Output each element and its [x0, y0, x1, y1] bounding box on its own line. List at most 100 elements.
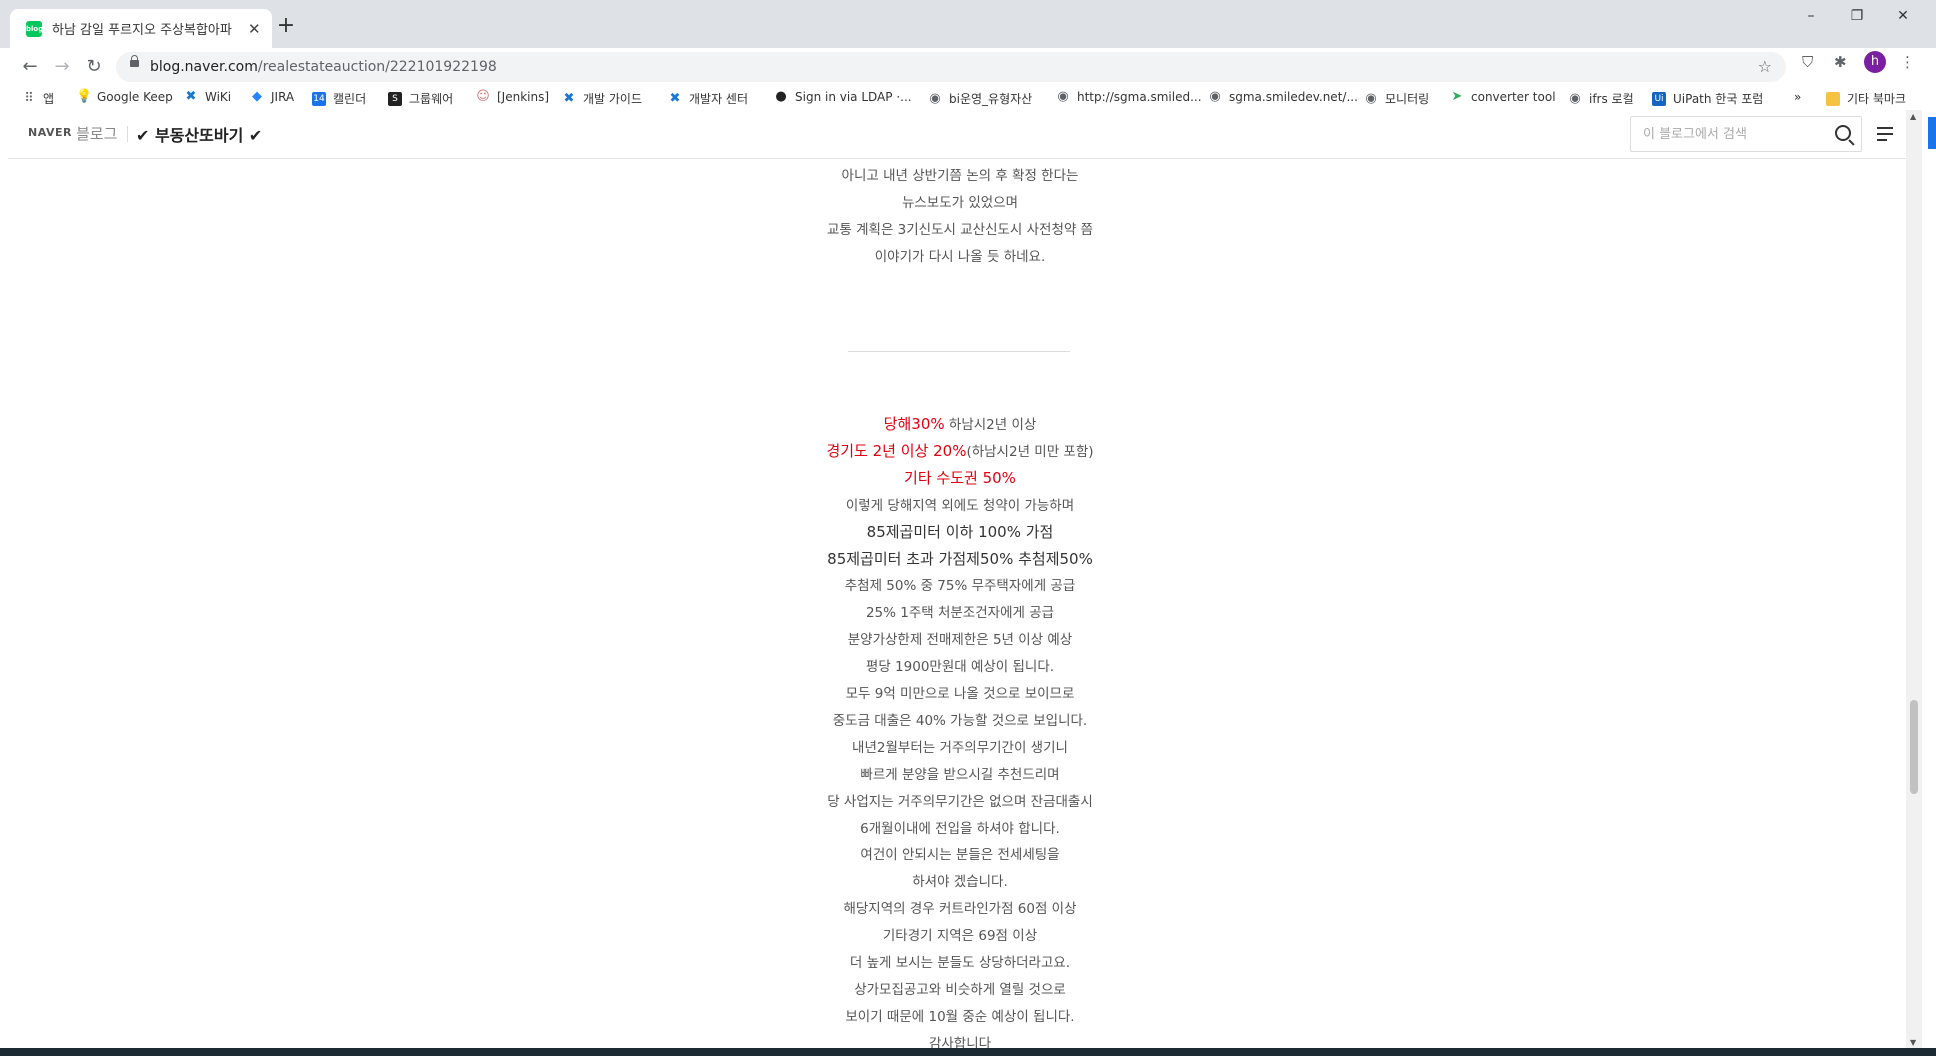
post-text: 이렇게 당해지역 외에도 청약이 가능하며 [845, 497, 1075, 514]
url-text: blog.naver.com/realestateauction/2221019… [150, 59, 497, 75]
post-text-line: 평당 1900만원대 예상이 됩니다. [8, 655, 1898, 675]
bookmark-favicon-icon: 14 [312, 91, 326, 106]
page-scrollbar[interactable]: ▲ ▼ [1906, 110, 1922, 1049]
post-text-line: 더 높게 보시는 분들도 상당하더라고요. [8, 951, 1898, 971]
bookmark-item[interactable]: ◉ ifrs 로컬 [1568, 90, 1634, 107]
bookmark-favicon-icon: ◉ [1569, 90, 1581, 106]
forward-arrow-icon[interactable]: → [50, 56, 74, 77]
post-text: 추첨제 50% 중 75% 무주택자에게 공급 [844, 578, 1076, 595]
other-bookmarks-label: 기타 북마크 [1847, 92, 1907, 106]
post-text-line: 당해30% 하남시2년 이상 [8, 413, 1898, 434]
bookmarks-overflow-button[interactable]: » [1794, 90, 1801, 104]
bookmark-star-icon[interactable]: ☆ [1758, 57, 1772, 76]
bookmark-label: Sign in via LDAP ·... [795, 90, 912, 104]
bookmark-item[interactable]: 💡 Google Keep [76, 90, 173, 105]
bookmark-label: ifrs 로컬 [1589, 92, 1634, 106]
reload-icon[interactable]: ↻ [82, 56, 106, 77]
post-text-line: 85제곱미터 초과 가점제50% 추첨제50% [8, 548, 1898, 569]
post-text-line: 이렇게 당해지역 외에도 청약이 가능하며 [8, 494, 1898, 514]
bookmark-item[interactable]: ✖ 개발 가이드 [562, 90, 642, 107]
back-arrow-icon[interactable]: ← [18, 56, 42, 77]
highlight-text: 경기도 2년 이상 20% [826, 441, 967, 460]
bookmark-label: sgma.smiledev.net/... [1229, 90, 1358, 104]
bookmark-favicon-icon: S [388, 91, 402, 106]
post-text-line: 6개월이내에 전입을 하셔야 합니다. [8, 817, 1898, 837]
post-text: 85제곱미터 초과 가점제50% 추첨제50% [827, 549, 1093, 568]
bookmark-label: http://sgma.smiled... [1077, 90, 1202, 104]
post-text: 분양가상한제 전매제한은 5년 이상 예상 [847, 632, 1073, 649]
bookmark-favicon-icon: ● [775, 89, 787, 104]
bookmark-item[interactable]: ✖ 개발자 센터 [668, 90, 748, 107]
tab-close-icon[interactable]: ✕ [248, 20, 261, 38]
bookmark-label: 캘린더 [333, 92, 367, 106]
hamburger-menu-icon[interactable] [1877, 127, 1893, 141]
scroll-down-arrow-icon[interactable]: ▼ [1910, 1038, 1916, 1047]
post-text-line: 아니고 내년 상반기쯤 논의 후 확정 한다는 [841, 168, 1079, 184]
bookmark-label: converter tool [1471, 90, 1556, 104]
content-divider [848, 351, 1070, 352]
bookmark-item[interactable]: ◉ http://sgma.smiled... [1056, 89, 1202, 105]
post-text-line: 빠르게 분양을 받으시길 추천드리며 [8, 763, 1898, 783]
bookmark-item[interactable]: S 그룹웨어 [388, 90, 453, 107]
post-text: 빠르게 분양을 받으시길 추천드리며 [860, 766, 1060, 783]
bookmark-item[interactable]: ◉ sgma.smiledev.net/... [1208, 90, 1358, 105]
bookmark-item[interactable]: ☺ [Jenkins] [476, 89, 549, 105]
bookmark-item[interactable]: Ui UiPath 한국 포럼 [1652, 90, 1763, 107]
bookmark-label: UiPath 한국 포럼 [1673, 92, 1764, 106]
bookmark-item[interactable]: ➤ converter tool [1450, 90, 1556, 105]
close-window-button[interactable]: ✕ [1888, 8, 1918, 24]
post-text: 감사합니다 [928, 1035, 992, 1049]
bookmark-item[interactable]: 14 캘린더 [312, 90, 366, 107]
scrollbar-thumb[interactable] [1910, 700, 1918, 794]
bookmark-favicon-icon: ◉ [1057, 89, 1069, 104]
post-text-line: 85제곱미터 이하 100% 가점 [8, 521, 1898, 542]
bookmark-item[interactable]: ◆ JIRA [250, 90, 295, 105]
minimize-button[interactable]: – [1796, 8, 1826, 24]
extension-shield-icon[interactable]: ⛉ [1802, 53, 1813, 71]
bookmark-label: Google Keep [97, 90, 173, 104]
restore-button[interactable]: ❐ [1842, 8, 1872, 24]
browser-menu-icon[interactable]: ⋮ [1900, 53, 1915, 71]
blog-search-input[interactable] [1641, 117, 1825, 151]
blog-name[interactable]: ✔ 부동산또바기 ✔ [136, 122, 262, 146]
post-text: 85제곱미터 이하 100% 가점 [866, 522, 1054, 541]
bookmark-label: JIRA [271, 90, 295, 104]
post-text-line: 교통 계획은 3기신도시 교산신도시 사전청약 쯤 [826, 222, 1094, 238]
post-text: 하남시2년 이상 [944, 417, 1037, 433]
post-text-line: 이야기가 다시 나올 듯 하네요. [874, 249, 1046, 265]
post-text: 상가모집공고와 비슷하게 열릴 것으로 [854, 981, 1066, 998]
bookmark-item[interactable]: ◉ bi운영_유형자산 [928, 90, 1032, 107]
extensions-puzzle-icon[interactable]: ✱ [1834, 53, 1847, 71]
profile-avatar[interactable]: h [1864, 51, 1886, 73]
highlight-text: 기타 수도권 50% [904, 468, 1016, 487]
blog-home-link[interactable]: 블로그 [76, 123, 117, 144]
naver-logo[interactable]: NAVER [28, 126, 72, 139]
scroll-up-arrow-icon[interactable]: ▲ [1910, 112, 1916, 121]
bookmark-item[interactable]: ◉ 모니터링 [1364, 90, 1429, 107]
bookmark-item[interactable]: ✖ WiKi [184, 90, 232, 105]
post-text-line: 뉴스보도가 있었으며 [901, 195, 1019, 211]
post-text: 당 사업지는 거주의무기간은 없으며 잔금대출시 [827, 793, 1093, 810]
post-text: 모두 9억 미만으로 나올 것으로 보이므로 [845, 686, 1075, 702]
bookmark-item[interactable]: ● Sign in via LDAP ·... [774, 89, 912, 105]
bookmark-favicon-icon: ☺ [476, 89, 490, 104]
post-text-line: 분양가상한제 전매제한은 5년 이상 예상 [8, 628, 1898, 648]
post-text-line: 당 사업지는 거주의무기간은 없으며 잔금대출시 [8, 790, 1898, 810]
bookmark-item[interactable]: ⠿ 앱 [22, 90, 54, 107]
url-host: blog.naver.com [150, 59, 258, 75]
bookmark-label: 개발 가이드 [583, 92, 643, 106]
post-text: 평당 1900만원대 예상이 됩니다. [865, 659, 1055, 676]
side-accent-bar [1928, 117, 1936, 149]
browser-tab-strip: blog 하남 감일 푸르지오 주상복합아파 ✕ + – ❐ ✕ [0, 0, 1936, 48]
browser-tab[interactable]: blog 하남 감일 푸르지오 주상복합아파 ✕ [10, 9, 272, 48]
search-icon[interactable] [1835, 125, 1851, 141]
bookmark-label: 모니터링 [1385, 92, 1430, 106]
blog-header: NAVER 블로그 ✔ 부동산또바기 ✔ [8, 110, 1912, 159]
new-tab-button[interactable]: + [272, 12, 300, 40]
other-bookmarks-folder[interactable]: 기타 북마크 [1826, 90, 1906, 107]
address-bar[interactable]: blog.naver.com/realestateauction/2221019… [116, 52, 1786, 82]
bookmark-favicon-icon: Ui [1652, 91, 1666, 106]
post-text: 기타경기 지역은 69점 이상 [882, 928, 1038, 945]
bookmark-favicon-icon: ✖ [563, 90, 575, 106]
post-text-line: 모두 9억 미만으로 나올 것으로 보이므로 [8, 682, 1898, 702]
